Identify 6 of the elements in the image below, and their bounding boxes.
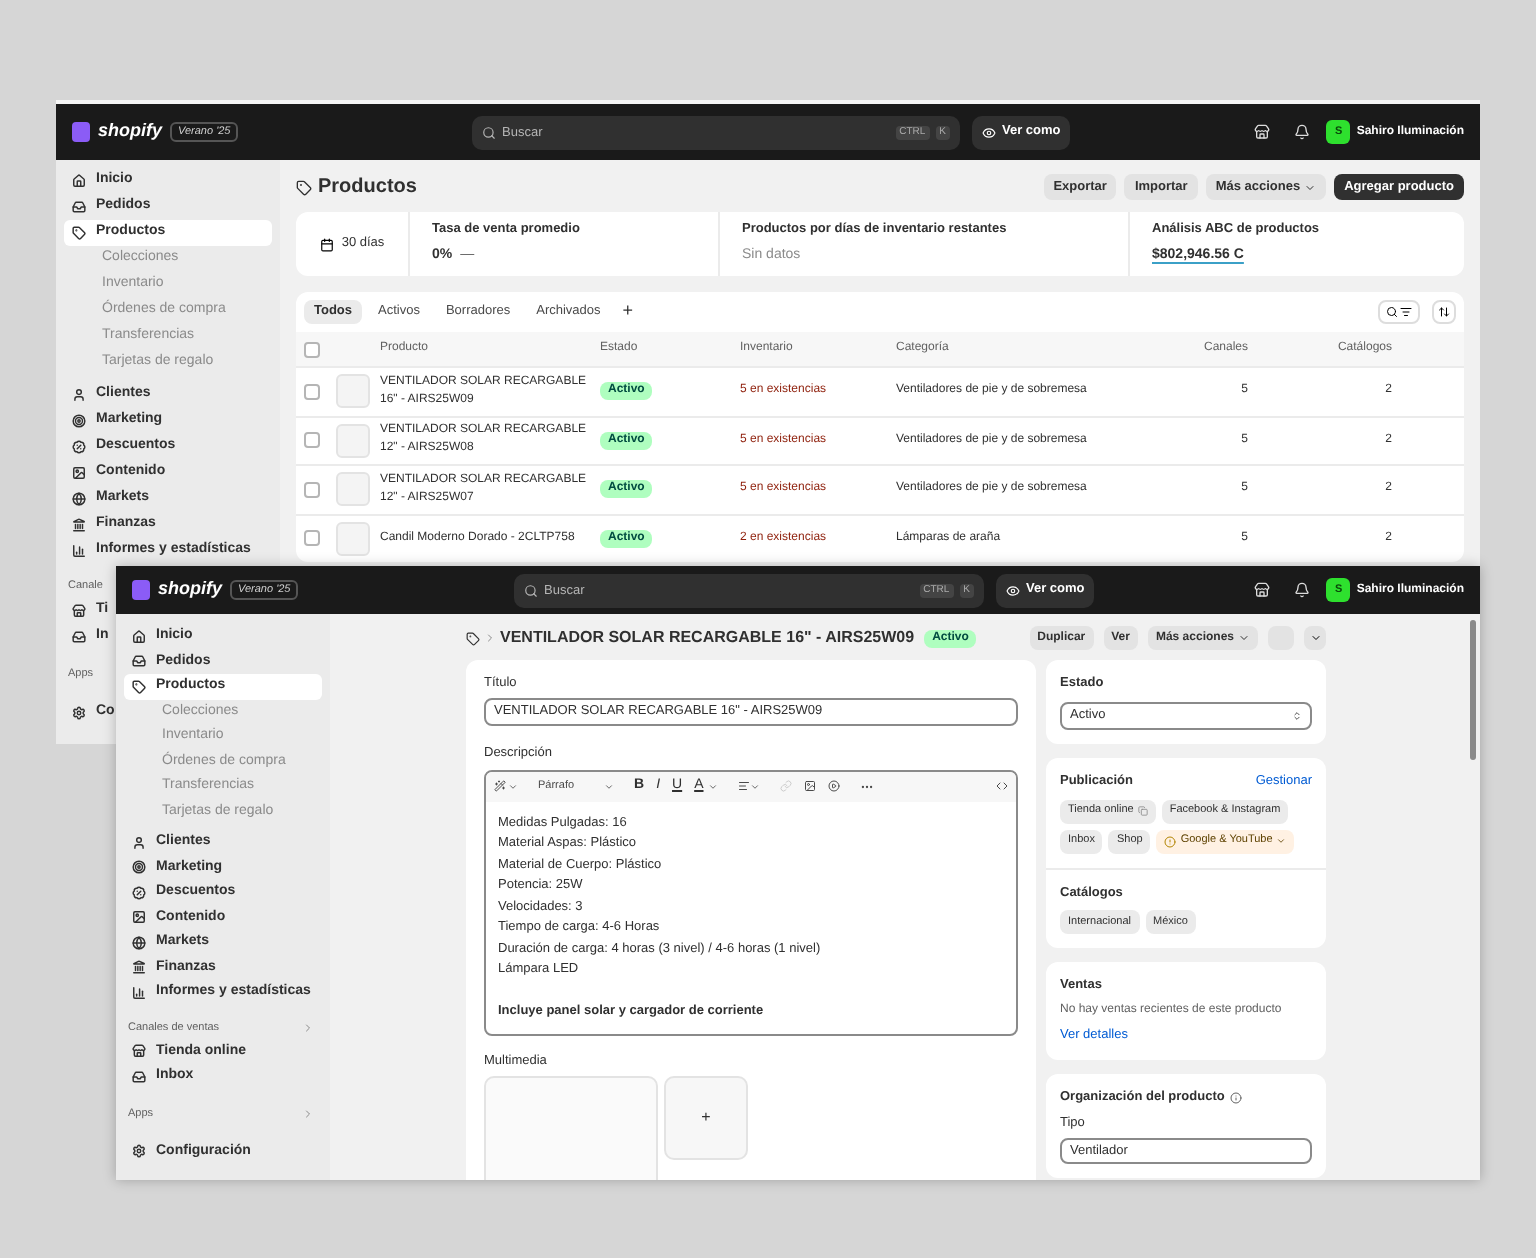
add-tab-button[interactable]: + <box>616 298 640 326</box>
add-media-button[interactable]: + <box>664 1076 748 1161</box>
page-title: Productos <box>318 174 417 202</box>
product-title: VENTILADOR SOLAR RECARGABLE 16" - AIRS25W09 <box>500 626 915 650</box>
logo: shopify <box>158 576 223 603</box>
logo: shopify <box>98 118 163 145</box>
